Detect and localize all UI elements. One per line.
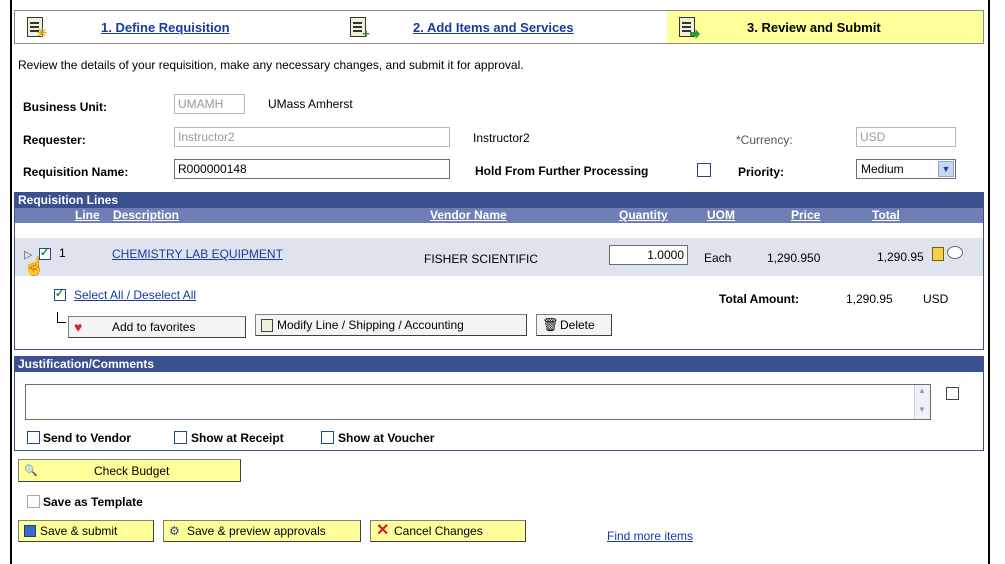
instructions-text: Review the details of your requisition, … — [18, 58, 524, 72]
comments-textarea[interactable]: ▲ ▼ — [25, 384, 931, 420]
line-uom: Each — [704, 251, 732, 265]
line-vendor: FISHER SCIENTIFIC — [424, 252, 539, 266]
select-all-checkbox[interactable] — [54, 287, 66, 301]
check-budget-label: Check Budget — [94, 463, 170, 478]
requisition-name-label: Requisition Name: — [23, 165, 129, 179]
hold-label: Hold From Further Processing — [475, 164, 649, 178]
scroll-down-icon[interactable]: ▼ — [918, 405, 926, 414]
col-description[interactable]: Description — [113, 208, 179, 222]
save-submit-button[interactable]: Save & submit — [18, 520, 154, 542]
line-checkbox[interactable] — [39, 246, 51, 260]
send-to-vendor-label: Send to Vendor — [43, 431, 132, 445]
total-amount-value: 1,290.95 — [846, 292, 893, 306]
add-to-favorites-label: Add to favorites — [112, 320, 196, 334]
save-submit-label: Save & submit — [40, 524, 118, 538]
currency-field: USD — [856, 127, 956, 147]
save-preview-approvals-button[interactable]: ⚙ Save & preview approvals — [163, 520, 361, 542]
show-at-voucher-checkbox[interactable] — [321, 431, 334, 444]
step-define-requisition[interactable]: ✳ 1. Define Requisition — [15, 11, 345, 43]
table-row: ▷ ☝ 1 CHEMISTRY LAB EQUIPMENT FISHER SCI… — [15, 238, 983, 276]
col-quantity[interactable]: Quantity — [619, 208, 668, 222]
heart-plus-icon: ♥ — [74, 319, 83, 335]
business-unit-label: Business Unit: — [23, 100, 108, 114]
quantity-input[interactable]: 1.0000 — [609, 245, 688, 265]
org-chart-icon: ⚙ — [169, 524, 180, 538]
red-x-icon: ✕ — [376, 522, 390, 539]
save-as-template-label: Save as Template — [43, 495, 143, 509]
requester-name: Instructor2 — [473, 131, 530, 145]
cancel-changes-button[interactable]: ✕ Cancel Changes — [370, 520, 526, 542]
priority-label: Priority: — [738, 165, 785, 179]
send-to-vendor-checkbox[interactable] — [27, 431, 40, 444]
total-amount-currency: USD — [923, 292, 949, 306]
delete-label: Delete — [560, 318, 595, 332]
priority-value: Medium — [861, 162, 904, 176]
show-at-receipt-checkbox[interactable] — [174, 431, 187, 444]
comment-bubble-icon[interactable] — [947, 246, 963, 259]
requisition-lines-header: Requisition Lines — [14, 192, 984, 208]
line-price: 1,290.950 — [767, 251, 821, 265]
chevron-down-icon[interactable]: ▼ — [938, 161, 954, 177]
add-to-favorites-button[interactable]: ♥ Add to favorites — [68, 316, 246, 338]
modify-line-label: Modify Line / Shipping / Accounting — [277, 318, 464, 332]
line-number: 1 — [59, 246, 66, 260]
tree-connector — [57, 312, 66, 323]
trash-icon: 🗑 — [542, 317, 559, 332]
lines-column-header: Line Description Vendor Name Quantity UO… — [15, 208, 983, 223]
line-description-link[interactable]: CHEMISTRY LAB EQUIPMENT — [112, 247, 283, 261]
save-preview-label: Save & preview approvals — [187, 524, 326, 538]
textarea-scrollbar[interactable]: ▲ ▼ — [914, 385, 930, 419]
save-as-template-checkbox[interactable] — [27, 495, 40, 508]
business-unit-field: UMAMH — [174, 94, 245, 114]
delete-button[interactable]: 🗑 Delete — [536, 314, 612, 336]
col-uom[interactable]: UOM — [707, 208, 735, 222]
business-unit-name: UMass Amherst — [268, 97, 353, 111]
step-bar: ✳ 1. Define Requisition + 2. Add Items a… — [14, 10, 984, 44]
requester-label: Requester: — [23, 133, 86, 147]
check-budget-button[interactable]: 🔍 Check Budget — [18, 459, 241, 482]
select-all-link[interactable]: Select All / Deselect All — [74, 288, 196, 302]
requester-field: Instructor2 — [174, 127, 450, 147]
floppy-disk-icon — [24, 525, 36, 537]
total-amount-label: Total Amount: — [719, 292, 799, 306]
currency-label: *Currency: — [736, 133, 793, 147]
step-1-link[interactable]: 1. Define Requisition — [101, 20, 230, 35]
col-line[interactable]: Line — [75, 208, 100, 222]
cancel-changes-label: Cancel Changes — [394, 524, 483, 538]
step-2-link[interactable]: 2. Add Items and Services — [413, 20, 574, 35]
step-add-items[interactable]: + 2. Add Items and Services — [345, 11, 667, 43]
scroll-up-icon[interactable]: ▲ — [918, 386, 926, 395]
edit-document-icon — [261, 318, 273, 332]
line-total: 1,290.95 — [877, 250, 924, 264]
expand-textarea-icon[interactable] — [946, 387, 959, 400]
step-review-submit: 3. Review and Submit — [667, 11, 983, 43]
schedule-icon[interactable] — [932, 247, 944, 261]
modify-line-button[interactable]: Modify Line / Shipping / Accounting — [255, 314, 527, 336]
find-more-items-link[interactable]: Find more items — [607, 529, 693, 543]
hold-checkbox[interactable] — [697, 163, 711, 177]
col-vendor-name[interactable]: Vendor Name — [430, 208, 507, 222]
step-3-label: 3. Review and Submit — [747, 19, 881, 35]
new-document-icon: ✳ — [25, 16, 47, 40]
show-at-voucher-label: Show at Voucher — [338, 431, 435, 445]
magnifier-icon: 🔍 — [24, 464, 38, 477]
priority-select[interactable]: Medium ▼ — [856, 159, 956, 179]
col-price[interactable]: Price — [791, 208, 820, 222]
col-total[interactable]: Total — [872, 208, 900, 222]
add-document-icon: + — [348, 16, 370, 41]
comments-header: Justification/Comments — [14, 356, 984, 372]
submit-document-icon — [677, 16, 700, 39]
show-at-receipt-label: Show at Receipt — [191, 431, 284, 445]
requisition-name-input[interactable]: R000000148 — [174, 159, 450, 179]
